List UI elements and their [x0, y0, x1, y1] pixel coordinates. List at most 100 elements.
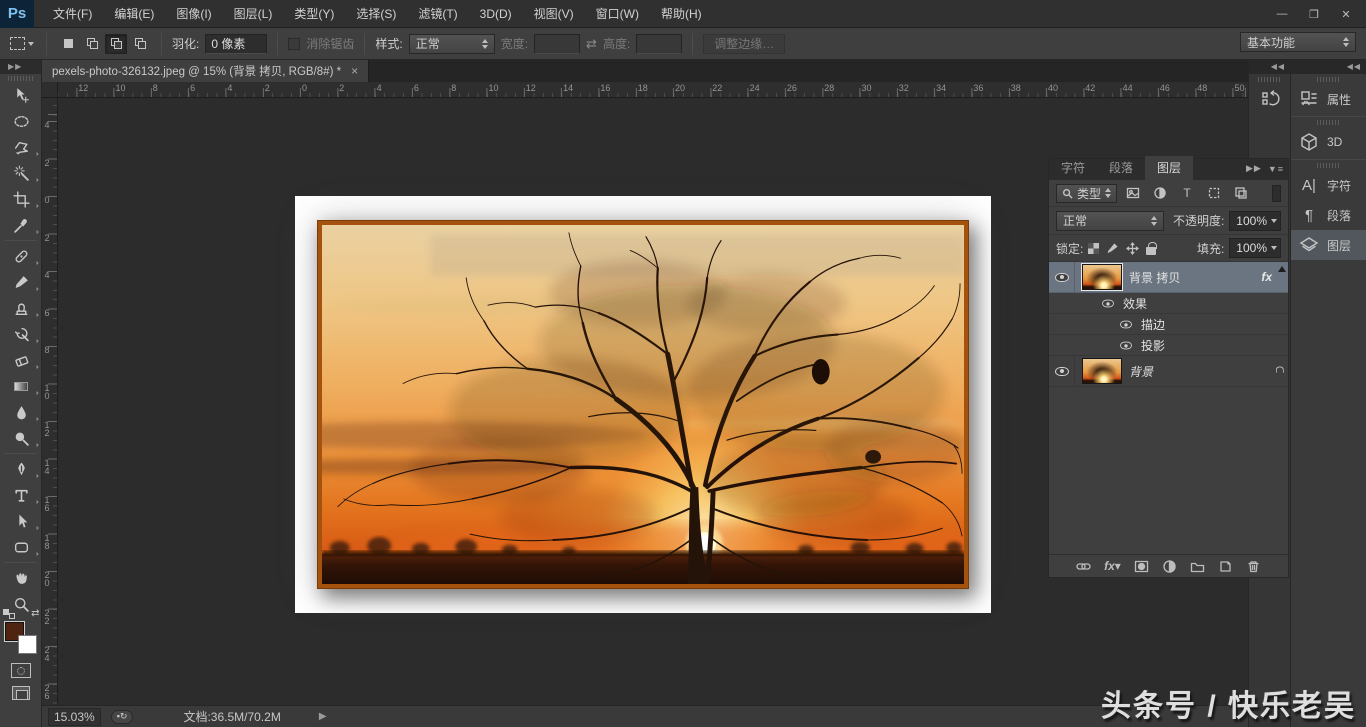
- menu-item[interactable]: 图像(I): [165, 0, 222, 28]
- filter-adjustment-layers-button[interactable]: [1149, 184, 1171, 203]
- style-select[interactable]: 正常: [409, 34, 495, 54]
- panel-menu-icon[interactable]: ▼≡: [1268, 164, 1284, 174]
- lock-position-button[interactable]: [1126, 242, 1139, 255]
- restore-button[interactable]: ❐: [1300, 4, 1328, 24]
- eye-icon[interactable]: [1120, 341, 1132, 349]
- filter-pixel-layers-button[interactable]: [1122, 184, 1144, 203]
- filter-smart-object-button[interactable]: [1230, 184, 1252, 203]
- swap-colors-icon[interactable]: ⇄: [31, 608, 39, 619]
- lock-all-button[interactable]: [1146, 242, 1156, 255]
- width-input[interactable]: [534, 34, 580, 54]
- lock-transparency-button[interactable]: [1088, 243, 1099, 254]
- fx-badge[interactable]: fx: [1261, 270, 1272, 284]
- spot-healing-tool[interactable]: [0, 243, 42, 269]
- opacity-field[interactable]: 100%: [1229, 211, 1281, 231]
- add-selection-button[interactable]: [81, 34, 103, 54]
- tool-preset-picker[interactable]: [8, 35, 36, 52]
- default-colors-icon[interactable]: [3, 609, 15, 619]
- workspace-select[interactable]: 基本功能: [1240, 32, 1356, 52]
- canvas-page[interactable]: [295, 196, 991, 613]
- menu-item[interactable]: 编辑(E): [103, 0, 165, 28]
- hand-tool[interactable]: [0, 565, 42, 591]
- layer-name[interactable]: 背景 拷贝: [1129, 269, 1180, 286]
- link-layers-button[interactable]: [1076, 559, 1091, 574]
- filter-shape-layers-button[interactable]: [1203, 184, 1225, 203]
- visibility-toggle[interactable]: [1049, 262, 1075, 292]
- blend-mode-select[interactable]: 正常: [1056, 211, 1164, 231]
- feather-input[interactable]: [205, 34, 267, 54]
- new-selection-button[interactable]: [57, 34, 79, 54]
- tab-character[interactable]: 字符: [1049, 156, 1097, 180]
- eye-icon[interactable]: [1120, 320, 1132, 328]
- quick-mask-button[interactable]: [11, 663, 31, 678]
- toolbar-grip[interactable]: [8, 76, 34, 81]
- menu-item[interactable]: 文件(F): [42, 0, 103, 28]
- dock-item-paragraph[interactable]: ¶ 段落: [1291, 200, 1366, 230]
- pen-tool[interactable]: [0, 456, 42, 482]
- dock-grip[interactable]: [1317, 120, 1341, 125]
- menu-item[interactable]: 类型(Y): [283, 0, 345, 28]
- magic-wand-tool[interactable]: [0, 160, 42, 186]
- menu-item[interactable]: 帮助(H): [650, 0, 713, 28]
- dock-grip[interactable]: [1258, 77, 1282, 82]
- menu-item[interactable]: 滤镜(T): [407, 0, 468, 28]
- horizontal-ruler[interactable]: 1412108642024681012141618202224262830323…: [42, 82, 1248, 98]
- new-group-button[interactable]: [1190, 559, 1205, 574]
- layer-row-background[interactable]: 背景: [1049, 356, 1288, 387]
- tab-layers[interactable]: 图层: [1145, 156, 1193, 180]
- menu-item[interactable]: 视图(V): [523, 0, 585, 28]
- dock-collapse-button[interactable]: ◀◀: [1291, 60, 1366, 74]
- screen-mode-button[interactable]: [12, 686, 30, 700]
- brush-tool[interactable]: [0, 269, 42, 295]
- blur-tool[interactable]: [0, 399, 42, 425]
- eye-icon[interactable]: [1102, 299, 1114, 307]
- status-options-button[interactable]: ▪↻: [111, 710, 134, 724]
- dock-grip[interactable]: [1317, 163, 1341, 168]
- layer-row-background-copy[interactable]: 背景 拷贝 fx: [1049, 262, 1288, 293]
- tab-close-icon[interactable]: ×: [351, 64, 358, 78]
- dock-item-character[interactable]: A| 字符: [1291, 170, 1366, 200]
- eyedropper-tool[interactable]: [0, 212, 42, 238]
- dodge-tool[interactable]: [0, 425, 42, 451]
- document-tab[interactable]: pexels-photo-326132.jpeg @ 15% (背景 拷贝, R…: [42, 60, 369, 82]
- panel-collapse-icon[interactable]: ▶▶: [1246, 163, 1262, 174]
- filter-type-layers-button[interactable]: T: [1176, 184, 1198, 203]
- minimize-button[interactable]: —: [1268, 4, 1296, 24]
- refine-edge-button[interactable]: 调整边缘…: [703, 34, 785, 54]
- intersect-selection-button[interactable]: [129, 34, 151, 54]
- tab-paragraph[interactable]: 段落: [1097, 156, 1145, 180]
- toolbar-expand-button[interactable]: ▶▶: [0, 60, 41, 74]
- clone-stamp-tool[interactable]: [0, 295, 42, 321]
- stroke-effect-row[interactable]: 描边: [1049, 314, 1288, 335]
- crop-tool[interactable]: [0, 186, 42, 212]
- background-color-swatch[interactable]: [18, 635, 37, 654]
- height-input[interactable]: [636, 34, 682, 54]
- new-layer-button[interactable]: [1218, 559, 1233, 574]
- zoom-level-field[interactable]: 15.03%: [48, 708, 101, 726]
- dock-item-3d[interactable]: 3D: [1291, 127, 1366, 157]
- vertical-ruler[interactable]: 4202468101214161820222426283032: [42, 98, 58, 705]
- drop-shadow-effect-row[interactable]: 投影: [1049, 335, 1288, 356]
- marquee-tool[interactable]: [0, 108, 42, 134]
- type-tool[interactable]: [0, 482, 42, 508]
- fill-field[interactable]: 100%: [1229, 238, 1281, 258]
- add-layer-mask-button[interactable]: [1134, 559, 1149, 574]
- dock-collapse-button[interactable]: ◀◀: [1249, 60, 1290, 74]
- menu-item[interactable]: 3D(D): [469, 0, 523, 28]
- collapse-effects-arrow[interactable]: [1278, 266, 1286, 272]
- subtract-selection-button[interactable]: [105, 34, 127, 54]
- delete-layer-button[interactable]: [1246, 559, 1261, 574]
- status-menu-arrow-icon[interactable]: ▶: [319, 711, 327, 722]
- menu-item[interactable]: 图层(L): [223, 0, 284, 28]
- eraser-tool[interactable]: [0, 347, 42, 373]
- dock-item-layers[interactable]: 图层: [1291, 230, 1366, 260]
- path-selection-tool[interactable]: [0, 508, 42, 534]
- ruler-corner[interactable]: [42, 82, 58, 98]
- shape-tool[interactable]: [0, 534, 42, 560]
- lock-pixels-button[interactable]: [1106, 242, 1119, 255]
- dock-grip[interactable]: [1317, 77, 1341, 82]
- visibility-toggle[interactable]: [1049, 356, 1075, 386]
- gradient-tool[interactable]: [0, 373, 42, 399]
- close-button[interactable]: ✕: [1332, 4, 1360, 24]
- swap-dimensions-icon[interactable]: ⇄: [586, 36, 597, 52]
